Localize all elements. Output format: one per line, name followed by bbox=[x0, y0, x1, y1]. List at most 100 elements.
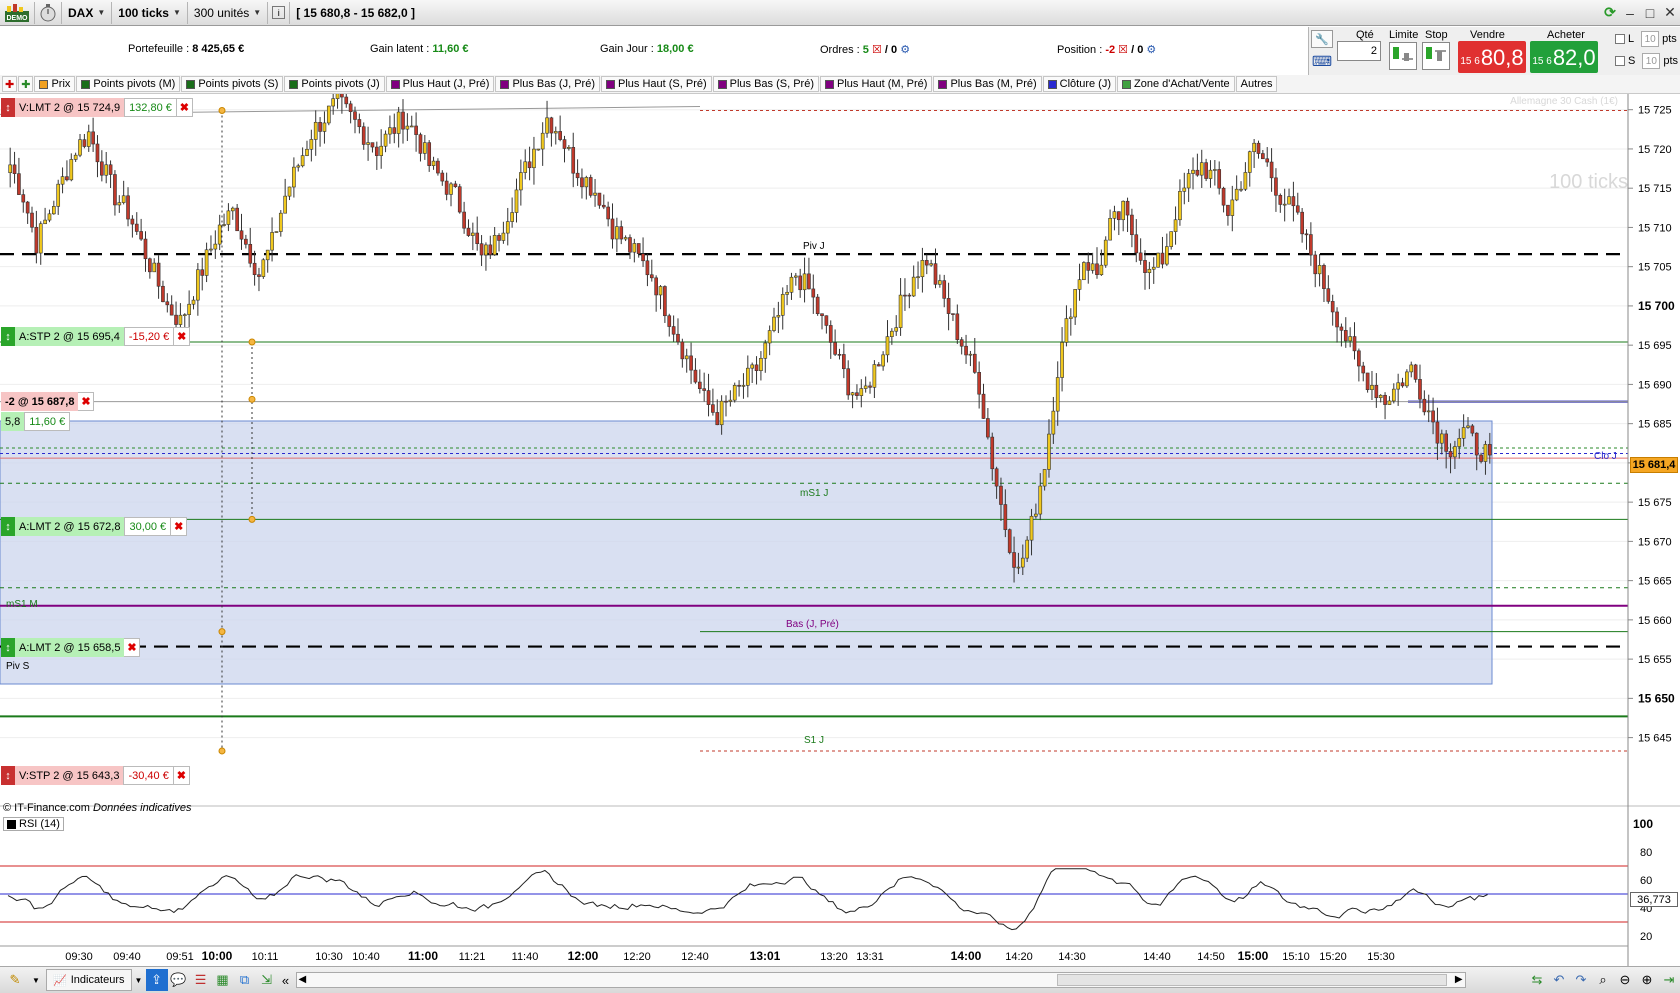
position-tag[interactable]: -2 @ 15 687,8 ✖ bbox=[1, 392, 95, 411]
maximize-button[interactable]: □ bbox=[1640, 2, 1660, 24]
candle-body bbox=[1479, 454, 1483, 462]
scroll-right-icon[interactable]: ▶ bbox=[1455, 974, 1463, 985]
chevron-down-icon: ▼ bbox=[253, 8, 262, 17]
drag-handle-icon[interactable]: ↕ bbox=[1, 98, 15, 117]
zoom-out-button[interactable]: ⊖ bbox=[1614, 969, 1636, 991]
indicators-dropdown[interactable]: ▼ bbox=[132, 969, 146, 991]
overlay-chip[interactable]: Plus Haut (J, Pré) bbox=[385, 76, 495, 92]
overlay-chip[interactable]: Plus Bas (J, Pré) bbox=[495, 76, 600, 92]
order-handle[interactable] bbox=[218, 628, 226, 636]
draw-tool-dropdown[interactable]: ▼ bbox=[30, 969, 42, 991]
window-button[interactable]: ⧉ bbox=[234, 969, 256, 991]
sync-button[interactable]: ⟳ bbox=[1600, 2, 1620, 24]
overlay-chip[interactable]: Plus Haut (M, Pré) bbox=[820, 76, 933, 92]
overlay-chip[interactable]: Prix bbox=[34, 76, 76, 92]
overlay-chip[interactable]: Plus Haut (S, Pré) bbox=[601, 76, 712, 92]
candle-body bbox=[1418, 379, 1422, 400]
order-handle[interactable] bbox=[248, 515, 256, 523]
settings-icon[interactable]: ⚙ bbox=[900, 44, 910, 56]
info-button[interactable]: i bbox=[268, 1, 291, 24]
scroll-left-icon[interactable]: ◀ bbox=[299, 974, 307, 985]
cancel-order-icon[interactable]: ✖ bbox=[174, 327, 191, 346]
horizontal-scrollbar[interactable]: ◀ ▶ bbox=[295, 972, 1466, 988]
price-chart[interactable]: 15 725 15 720 15 715 15 710 15 705 15 700 15 6… bbox=[0, 94, 1680, 966]
limit-checkbox[interactable] bbox=[1615, 34, 1625, 44]
order-tag[interactable]: ↕ A:LMT 2 @ 15 658,5 ✖ bbox=[1, 638, 141, 657]
stop-checkbox[interactable] bbox=[1615, 56, 1625, 66]
cancel-order-icon[interactable]: ✖ bbox=[173, 766, 190, 785]
cancel-order-icon[interactable]: ✖ bbox=[124, 638, 141, 657]
candle-body bbox=[711, 404, 715, 413]
limit-order-button[interactable] bbox=[1389, 42, 1417, 70]
limit-pts-input[interactable]: 10 bbox=[1641, 31, 1660, 47]
table-icon: ▦ bbox=[216, 972, 229, 987]
scrollbar-thumb[interactable] bbox=[1056, 974, 1447, 986]
overlay-chip[interactable]: Points pivots (S) bbox=[181, 76, 284, 92]
draw-tool-button[interactable]: ✎ bbox=[0, 969, 30, 991]
units-select[interactable]: 300 unités ▼ bbox=[188, 1, 269, 24]
undo-button[interactable]: ↶ bbox=[1548, 969, 1570, 991]
order-tag[interactable]: ↕ A:STP 2 @ 15 695,4 -15,20 € ✖ bbox=[1, 327, 191, 346]
export-button[interactable]: ⇲ bbox=[256, 969, 278, 991]
watch-icon-button[interactable] bbox=[35, 1, 62, 24]
cancel-order-icon[interactable]: ✖ bbox=[176, 98, 193, 117]
overlay-chip[interactable]: Autres bbox=[1235, 76, 1278, 92]
order-tag[interactable]: ↕ V:STP 2 @ 15 643,3 -30,40 € ✖ bbox=[1, 766, 190, 785]
candle-body bbox=[1313, 254, 1318, 275]
candle-body bbox=[1060, 342, 1064, 378]
add-indicator-button[interactable]: ✚ bbox=[18, 76, 34, 92]
order-tag[interactable]: ↕ V:LMT 2 @ 15 724,9 132,80 € ✖ bbox=[1, 98, 193, 117]
ordres-value[interactable]: 5 bbox=[863, 44, 869, 56]
order-handle[interactable] bbox=[218, 747, 226, 755]
buy-button[interactable]: 15 6 82,0 bbox=[1530, 41, 1598, 73]
overlay-chip[interactable]: Points pivots (M) bbox=[76, 76, 181, 92]
sell-button[interactable]: 15 6 80,8 bbox=[1458, 41, 1526, 73]
indicative-data-text: Données indicatives bbox=[93, 802, 192, 814]
cancel-order-icon[interactable]: ✖ bbox=[171, 517, 188, 536]
overlay-chip[interactable]: Plus Bas (S, Pré) bbox=[712, 76, 819, 92]
drag-handle-icon[interactable]: ↕ bbox=[1, 327, 15, 346]
order-handle[interactable] bbox=[248, 338, 256, 346]
period-select[interactable]: 100 ticks ▼ bbox=[112, 1, 188, 24]
overlay-chip[interactable]: Points pivots (J) bbox=[284, 76, 385, 92]
indicators-button[interactable]: 📈 Indicateurs bbox=[46, 969, 132, 991]
qty-input[interactable] bbox=[1337, 41, 1381, 61]
overlay-chip[interactable]: Clôture (J) bbox=[1042, 76, 1116, 92]
watermark-title: 100 ticks bbox=[1549, 171, 1628, 193]
close-button[interactable]: ✕ bbox=[1660, 2, 1680, 24]
zoom-fit-button[interactable]: ⌕ bbox=[1592, 969, 1614, 991]
table-button[interactable]: ▦ bbox=[212, 969, 234, 991]
auto-scroll-button[interactable]: ⇥ bbox=[1658, 969, 1680, 991]
drag-handle-icon[interactable]: ↕ bbox=[1, 766, 15, 785]
settings-icon[interactable]: ⚙ bbox=[1146, 44, 1156, 56]
close-position-icon[interactable]: ✖ bbox=[78, 392, 95, 411]
order-handle[interactable] bbox=[218, 106, 226, 114]
share-button[interactable]: ⇪ bbox=[145, 969, 168, 991]
list-button[interactable]: ☰ bbox=[190, 969, 212, 991]
drag-handle-icon[interactable]: ↕ bbox=[1, 517, 15, 536]
overlay-chip[interactable]: Plus Bas (M, Pré) bbox=[933, 76, 1042, 92]
instrument-select[interactable]: DAX ▼ bbox=[62, 1, 113, 24]
drag-handle-icon[interactable]: ↕ bbox=[1, 638, 15, 657]
stop-order-button[interactable] bbox=[1422, 42, 1450, 70]
reset-view-button[interactable]: ⇆ bbox=[1526, 969, 1548, 991]
wrench-button[interactable]: 🔧 bbox=[1311, 30, 1333, 48]
candle-body bbox=[383, 133, 388, 147]
zoom-in-button[interactable]: ⊕ bbox=[1636, 969, 1658, 991]
rsi-legend[interactable]: RSI (14) bbox=[3, 817, 64, 831]
candle-body bbox=[1413, 364, 1418, 380]
overlay-chip[interactable]: Zone d'Achat/Vente bbox=[1117, 76, 1235, 92]
scroll-start-button[interactable]: « bbox=[278, 969, 294, 991]
minimize-button[interactable]: – bbox=[1620, 2, 1640, 24]
order-tag[interactable]: ↕ A:LMT 2 @ 15 672,8 30,00 € ✖ bbox=[1, 517, 188, 536]
redo-button[interactable]: ↷ bbox=[1570, 969, 1592, 991]
keyboard-button[interactable]: ⌨ bbox=[1311, 52, 1333, 70]
add-overlay-button[interactable]: ✚ bbox=[2, 76, 18, 92]
order-handle[interactable] bbox=[248, 395, 256, 403]
candle-body bbox=[17, 173, 21, 195]
chat-button[interactable]: 💬 bbox=[168, 969, 190, 991]
cancel-orders-icon[interactable]: ☒ bbox=[872, 44, 882, 56]
close-position-icon[interactable]: ☒ bbox=[1118, 44, 1128, 56]
order-tag-text: A:STP 2 @ 15 695,4 bbox=[15, 327, 124, 346]
stop-pts-input[interactable]: 10 bbox=[1642, 53, 1661, 69]
